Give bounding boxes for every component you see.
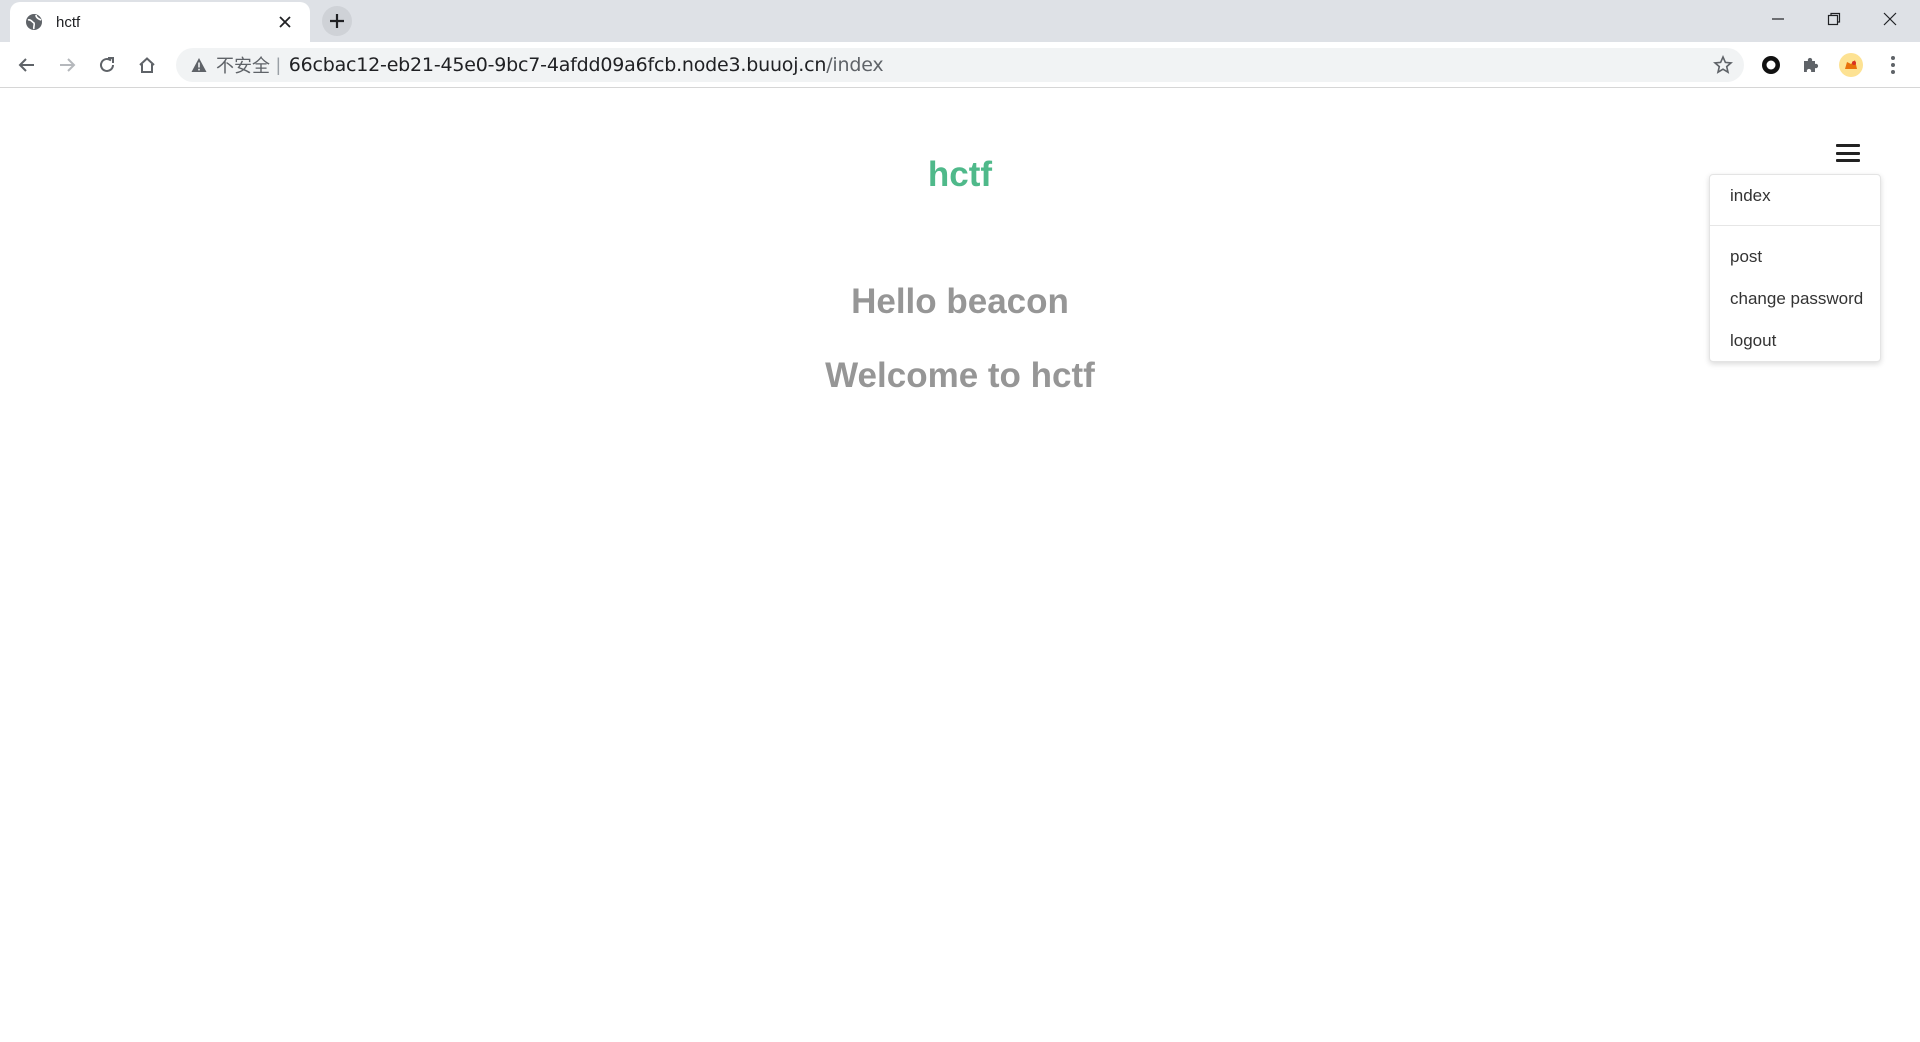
menu-item-index[interactable]: index [1730,186,1771,206]
greeting-heading: Hello beacon [851,282,1069,321]
browser-menu-icon[interactable] [1879,51,1907,79]
url-host: 66cbac12-eb21-45e0-9bc7-4afdd09a6fcb.nod… [288,54,827,76]
warning-icon[interactable] [190,56,208,74]
minimize-button[interactable] [1750,0,1806,38]
profile-avatar-icon[interactable] [1837,51,1865,79]
new-tab-button[interactable] [322,6,352,36]
tab-title: hctf [56,13,81,31]
plus-icon [330,14,344,28]
browser-toolbar: 不安全 | 66cbac12-eb21-45e0-9bc7-4afdd09a6f… [0,42,1920,88]
address-bar[interactable]: 不安全 | 66cbac12-eb21-45e0-9bc7-4afdd09a6f… [176,48,1744,82]
back-button[interactable] [11,49,43,81]
url-path: /index [826,54,884,76]
globe-icon [24,12,44,32]
restore-icon [1827,12,1841,26]
close-window-button[interactable] [1862,0,1918,38]
menu-divider [1710,225,1880,226]
site-brand[interactable]: hctf [0,155,1920,195]
extension-circle-icon[interactable] [1757,51,1785,79]
close-icon [1883,12,1897,26]
not-secure-label[interactable]: 不安全 [216,52,270,78]
reload-icon [100,57,114,72]
hamburger-menu-icon[interactable] [1834,141,1862,165]
page-content: hctf Hello beacon Welcome to hctf index … [0,89,1920,1042]
forward-button[interactable] [51,49,83,81]
nav-dropdown-menu: index post change password logout [1709,174,1881,362]
reload-button[interactable] [91,49,123,81]
home-icon [139,57,155,73]
arrow-left-icon [18,58,34,72]
minimize-icon [1772,18,1784,20]
extensions-puzzle-icon[interactable] [1797,51,1825,79]
close-tab-icon[interactable] [274,11,296,33]
menu-item-logout[interactable]: logout [1730,331,1776,351]
address-separator: | [276,54,281,75]
arrow-right-icon [60,58,76,72]
browser-tab[interactable]: hctf [10,2,310,42]
bookmark-star-icon[interactable] [1712,54,1734,76]
restore-button[interactable] [1806,0,1862,38]
home-button[interactable] [131,49,163,81]
welcome-heading: Welcome to hctf [825,356,1095,395]
menu-item-change-password[interactable]: change password [1730,289,1863,309]
tab-strip: hctf [0,0,1920,42]
menu-item-post[interactable]: post [1730,247,1762,267]
